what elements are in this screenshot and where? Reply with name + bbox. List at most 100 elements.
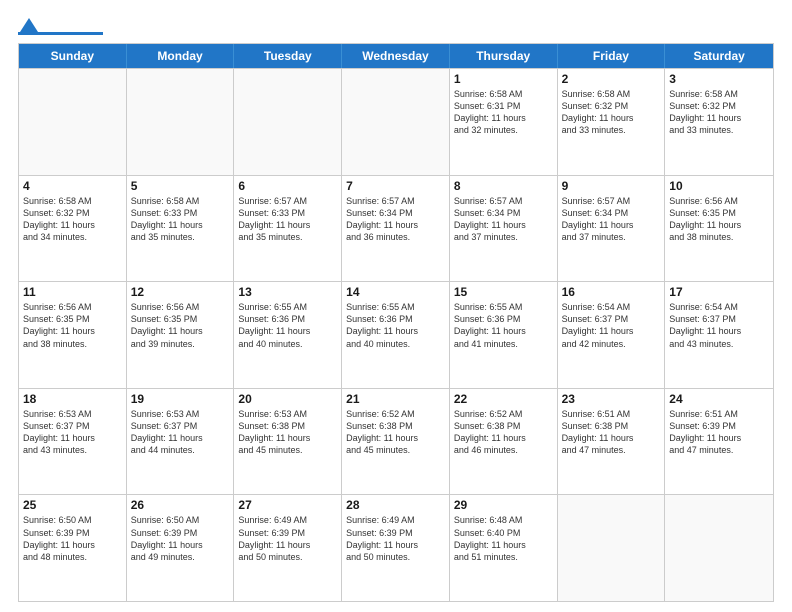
calendar-cell: 3 Sunrise: 6:58 AM Sunset: 6:32 PM Daylig… [665, 69, 773, 175]
day-number: 20 [238, 392, 337, 406]
day-info: Sunrise: 6:49 AM Sunset: 6:39 PM Dayligh… [346, 514, 445, 563]
calendar-week-1: 1 Sunrise: 6:58 AM Sunset: 6:31 PM Daylig… [19, 68, 773, 175]
day-number: 11 [23, 285, 122, 299]
day-number: 22 [454, 392, 553, 406]
day-number: 6 [238, 179, 337, 193]
day-info: Sunrise: 6:53 AM Sunset: 6:37 PM Dayligh… [131, 408, 230, 457]
day-info: Sunrise: 6:55 AM Sunset: 6:36 PM Dayligh… [238, 301, 337, 350]
day-number: 19 [131, 392, 230, 406]
day-info: Sunrise: 6:57 AM Sunset: 6:34 PM Dayligh… [454, 195, 553, 244]
day-info: Sunrise: 6:56 AM Sunset: 6:35 PM Dayligh… [669, 195, 769, 244]
day-info: Sunrise: 6:51 AM Sunset: 6:39 PM Dayligh… [669, 408, 769, 457]
day-number: 7 [346, 179, 445, 193]
calendar-cell: 20 Sunrise: 6:53 AM Sunset: 6:38 PM Dayli… [234, 389, 342, 495]
day-info: Sunrise: 6:53 AM Sunset: 6:37 PM Dayligh… [23, 408, 122, 457]
calendar-cell: 18Sunrise: 6:53 AM Sunset: 6:37 PM Dayli… [19, 389, 127, 495]
calendar-cell: 22 Sunrise: 6:52 AM Sunset: 6:38 PM Dayli… [450, 389, 558, 495]
day-header-thursday: Thursday [450, 44, 558, 68]
calendar-cell: 2 Sunrise: 6:58 AM Sunset: 6:32 PM Daylig… [558, 69, 666, 175]
calendar-week-3: 11 Sunrise: 6:56 AM Sunset: 6:35 PM Dayli… [19, 281, 773, 388]
logo [18, 16, 103, 35]
calendar-cell [19, 69, 127, 175]
day-info: Sunrise: 6:58 AM Sunset: 6:31 PM Dayligh… [454, 88, 553, 137]
day-number: 16 [562, 285, 661, 299]
calendar-cell: 6Sunrise: 6:57 AM Sunset: 6:33 PM Daylig… [234, 176, 342, 282]
calendar-cell: 11 Sunrise: 6:56 AM Sunset: 6:35 PM Dayli… [19, 282, 127, 388]
day-info: Sunrise: 6:58 AM Sunset: 6:33 PM Dayligh… [131, 195, 230, 244]
calendar-cell [558, 495, 666, 601]
calendar-cell: 9 Sunrise: 6:57 AM Sunset: 6:34 PM Daylig… [558, 176, 666, 282]
day-header-monday: Monday [127, 44, 235, 68]
calendar-cell: 12Sunrise: 6:56 AM Sunset: 6:35 PM Dayli… [127, 282, 235, 388]
day-number: 13 [238, 285, 337, 299]
day-info: Sunrise: 6:55 AM Sunset: 6:36 PM Dayligh… [346, 301, 445, 350]
day-number: 2 [562, 72, 661, 86]
day-header-saturday: Saturday [665, 44, 773, 68]
day-number: 21 [346, 392, 445, 406]
calendar-header-row: SundayMondayTuesdayWednesdayThursdayFrid… [19, 44, 773, 68]
day-number: 4 [23, 179, 122, 193]
day-number: 10 [669, 179, 769, 193]
calendar-cell: 10 Sunrise: 6:56 AM Sunset: 6:35 PM Dayli… [665, 176, 773, 282]
day-number: 27 [238, 498, 337, 512]
calendar-cell: 14 Sunrise: 6:55 AM Sunset: 6:36 PM Dayli… [342, 282, 450, 388]
calendar-cell: 29Sunrise: 6:48 AM Sunset: 6:40 PM Dayli… [450, 495, 558, 601]
day-header-sunday: Sunday [19, 44, 127, 68]
day-info: Sunrise: 6:54 AM Sunset: 6:37 PM Dayligh… [562, 301, 661, 350]
day-info: Sunrise: 6:57 AM Sunset: 6:34 PM Dayligh… [562, 195, 661, 244]
calendar-cell: 8 Sunrise: 6:57 AM Sunset: 6:34 PM Daylig… [450, 176, 558, 282]
day-info: Sunrise: 6:50 AM Sunset: 6:39 PM Dayligh… [131, 514, 230, 563]
calendar-cell: 19 Sunrise: 6:53 AM Sunset: 6:37 PM Dayli… [127, 389, 235, 495]
calendar-cell: 7Sunrise: 6:57 AM Sunset: 6:34 PM Daylig… [342, 176, 450, 282]
calendar-cell: 17 Sunrise: 6:54 AM Sunset: 6:37 PM Dayli… [665, 282, 773, 388]
day-number: 29 [454, 498, 553, 512]
day-header-friday: Friday [558, 44, 666, 68]
day-number: 3 [669, 72, 769, 86]
calendar-cell: 16 Sunrise: 6:54 AM Sunset: 6:37 PM Dayli… [558, 282, 666, 388]
calendar-cell [127, 69, 235, 175]
day-info: Sunrise: 6:55 AM Sunset: 6:36 PM Dayligh… [454, 301, 553, 350]
calendar-week-2: 4 Sunrise: 6:58 AM Sunset: 6:32 PM Daylig… [19, 175, 773, 282]
calendar-cell: 5 Sunrise: 6:58 AM Sunset: 6:33 PM Daylig… [127, 176, 235, 282]
day-header-wednesday: Wednesday [342, 44, 450, 68]
calendar-cell: 1 Sunrise: 6:58 AM Sunset: 6:31 PM Daylig… [450, 69, 558, 175]
calendar-cell: 21 Sunrise: 6:52 AM Sunset: 6:38 PM Dayli… [342, 389, 450, 495]
day-info: Sunrise: 6:58 AM Sunset: 6:32 PM Dayligh… [23, 195, 122, 244]
day-number: 23 [562, 392, 661, 406]
calendar-week-4: 18Sunrise: 6:53 AM Sunset: 6:37 PM Dayli… [19, 388, 773, 495]
day-number: 26 [131, 498, 230, 512]
logo-underline [18, 32, 103, 35]
day-info: Sunrise: 6:52 AM Sunset: 6:38 PM Dayligh… [346, 408, 445, 457]
day-number: 14 [346, 285, 445, 299]
page: SundayMondayTuesdayWednesdayThursdayFrid… [0, 0, 792, 612]
day-number: 1 [454, 72, 553, 86]
calendar-cell [342, 69, 450, 175]
calendar-cell: 27 Sunrise: 6:49 AM Sunset: 6:39 PM Dayli… [234, 495, 342, 601]
calendar-cell: 24 Sunrise: 6:51 AM Sunset: 6:39 PM Dayli… [665, 389, 773, 495]
day-number: 5 [131, 179, 230, 193]
day-number: 24 [669, 392, 769, 406]
day-header-tuesday: Tuesday [234, 44, 342, 68]
calendar-cell [665, 495, 773, 601]
day-info: Sunrise: 6:49 AM Sunset: 6:39 PM Dayligh… [238, 514, 337, 563]
calendar-cell: 15Sunrise: 6:55 AM Sunset: 6:36 PM Dayli… [450, 282, 558, 388]
day-info: Sunrise: 6:58 AM Sunset: 6:32 PM Dayligh… [562, 88, 661, 137]
day-info: Sunrise: 6:56 AM Sunset: 6:35 PM Dayligh… [23, 301, 122, 350]
day-number: 28 [346, 498, 445, 512]
header [18, 16, 774, 35]
day-info: Sunrise: 6:52 AM Sunset: 6:38 PM Dayligh… [454, 408, 553, 457]
calendar-cell: 28 Sunrise: 6:49 AM Sunset: 6:39 PM Dayli… [342, 495, 450, 601]
day-info: Sunrise: 6:54 AM Sunset: 6:37 PM Dayligh… [669, 301, 769, 350]
calendar-cell: 13 Sunrise: 6:55 AM Sunset: 6:36 PM Dayli… [234, 282, 342, 388]
day-number: 9 [562, 179, 661, 193]
calendar: SundayMondayTuesdayWednesdayThursdayFrid… [18, 43, 774, 602]
day-number: 17 [669, 285, 769, 299]
day-number: 8 [454, 179, 553, 193]
calendar-week-5: 25 Sunrise: 6:50 AM Sunset: 6:39 PM Dayli… [19, 494, 773, 601]
day-info: Sunrise: 6:58 AM Sunset: 6:32 PM Dayligh… [669, 88, 769, 137]
day-info: Sunrise: 6:50 AM Sunset: 6:39 PM Dayligh… [23, 514, 122, 563]
day-info: Sunrise: 6:51 AM Sunset: 6:38 PM Dayligh… [562, 408, 661, 457]
day-info: Sunrise: 6:53 AM Sunset: 6:38 PM Dayligh… [238, 408, 337, 457]
day-number: 25 [23, 498, 122, 512]
calendar-cell: 25 Sunrise: 6:50 AM Sunset: 6:39 PM Dayli… [19, 495, 127, 601]
